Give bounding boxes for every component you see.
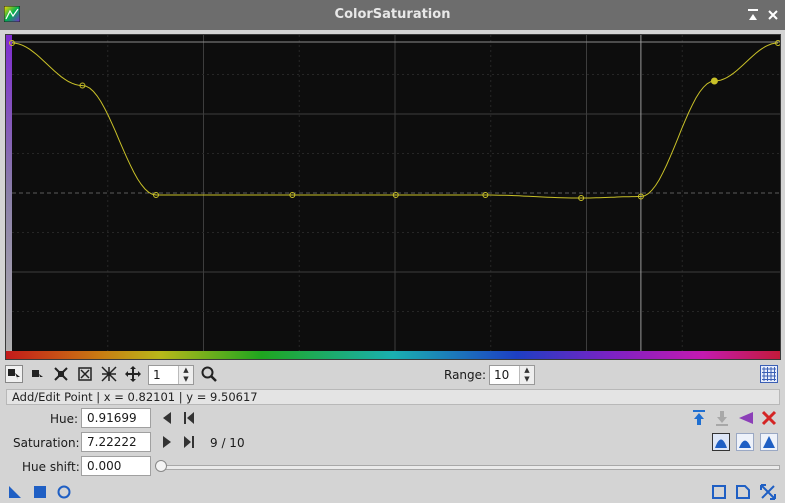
next-point-icon[interactable]: [158, 433, 176, 451]
range-value: 10: [494, 368, 510, 382]
hue-shift-field[interactable]: 0.000: [81, 456, 151, 476]
hue-scale-bar: [6, 351, 780, 359]
status-text: Add/Edit Point | x = 0.82101 | y = 9.506…: [12, 390, 258, 404]
store-curve-icon[interactable]: [690, 409, 708, 427]
zoom-level-value: 1: [153, 368, 161, 382]
spin-up-icon[interactable]: ▲: [179, 366, 193, 375]
expand-icon[interactable]: [759, 483, 777, 501]
zoom-magnifier-icon[interactable]: [200, 365, 218, 383]
delete-point-tool-icon[interactable]: [52, 365, 70, 383]
shade-icon[interactable]: [745, 7, 761, 23]
range-spinbox[interactable]: 10 ▲ ▼: [489, 365, 535, 385]
reverse-curve-icon[interactable]: [737, 409, 755, 427]
zoom-in-tool-icon[interactable]: [76, 365, 94, 383]
apply-icon[interactable]: [55, 483, 73, 501]
curve-point[interactable]: [710, 77, 718, 85]
pan-tool-icon[interactable]: [124, 365, 142, 383]
point-counter: 9 / 10: [210, 436, 245, 450]
interpolation-cubic-icon[interactable]: [736, 433, 754, 451]
grid-toggle-icon[interactable]: [760, 365, 778, 383]
saturation-scale-bar: [6, 35, 12, 351]
hue-shift-slider-handle[interactable]: [155, 460, 167, 472]
previous-point-icon[interactable]: [158, 409, 176, 427]
hue-field[interactable]: 0.91699: [81, 408, 151, 428]
spin-up-icon[interactable]: ▲: [520, 366, 534, 375]
last-point-icon[interactable]: [180, 433, 198, 451]
interpolation-akima-icon[interactable]: [712, 433, 730, 451]
first-point-icon[interactable]: [180, 409, 198, 427]
close-icon[interactable]: [765, 7, 781, 23]
zoom-level-spinbox[interactable]: 1 ▲ ▼: [148, 365, 194, 385]
range-label: Range:: [444, 368, 487, 382]
hue-label: Hue:: [50, 412, 79, 426]
spin-down-icon[interactable]: ▼: [179, 375, 193, 384]
curve-toolbar: 1 ▲ ▼ Range: 10 ▲ ▼: [0, 363, 785, 387]
window-title: ColorSaturation: [334, 7, 451, 22]
edit-point-tool-icon[interactable]: [5, 365, 23, 383]
curve-graph[interactable]: [6, 35, 780, 359]
hue-shift-label: Hue shift:: [22, 460, 80, 474]
spin-down-icon[interactable]: ▼: [520, 375, 534, 384]
title-bar: ColorSaturation: [0, 0, 785, 30]
interpolation-linear-icon[interactable]: [760, 433, 778, 451]
zoom-out-tool-icon[interactable]: [100, 365, 118, 383]
new-instance-icon[interactable]: [6, 483, 24, 501]
apply-global-icon[interactable]: [31, 483, 49, 501]
status-bar: Add/Edit Point | x = 0.82101 | y = 9.506…: [6, 389, 780, 405]
reset-icon[interactable]: [734, 483, 752, 501]
hue-shift-slider[interactable]: [158, 465, 780, 470]
preview-icon[interactable]: [710, 483, 728, 501]
select-point-tool-icon[interactable]: [28, 365, 46, 383]
saturation-label: Saturation:: [13, 436, 80, 450]
delete-icon[interactable]: [760, 409, 778, 427]
saturation-field[interactable]: 7.22222: [81, 432, 151, 452]
restore-curve-icon[interactable]: [713, 409, 731, 427]
curve-editor[interactable]: [5, 34, 781, 360]
process-footer: [0, 480, 785, 503]
